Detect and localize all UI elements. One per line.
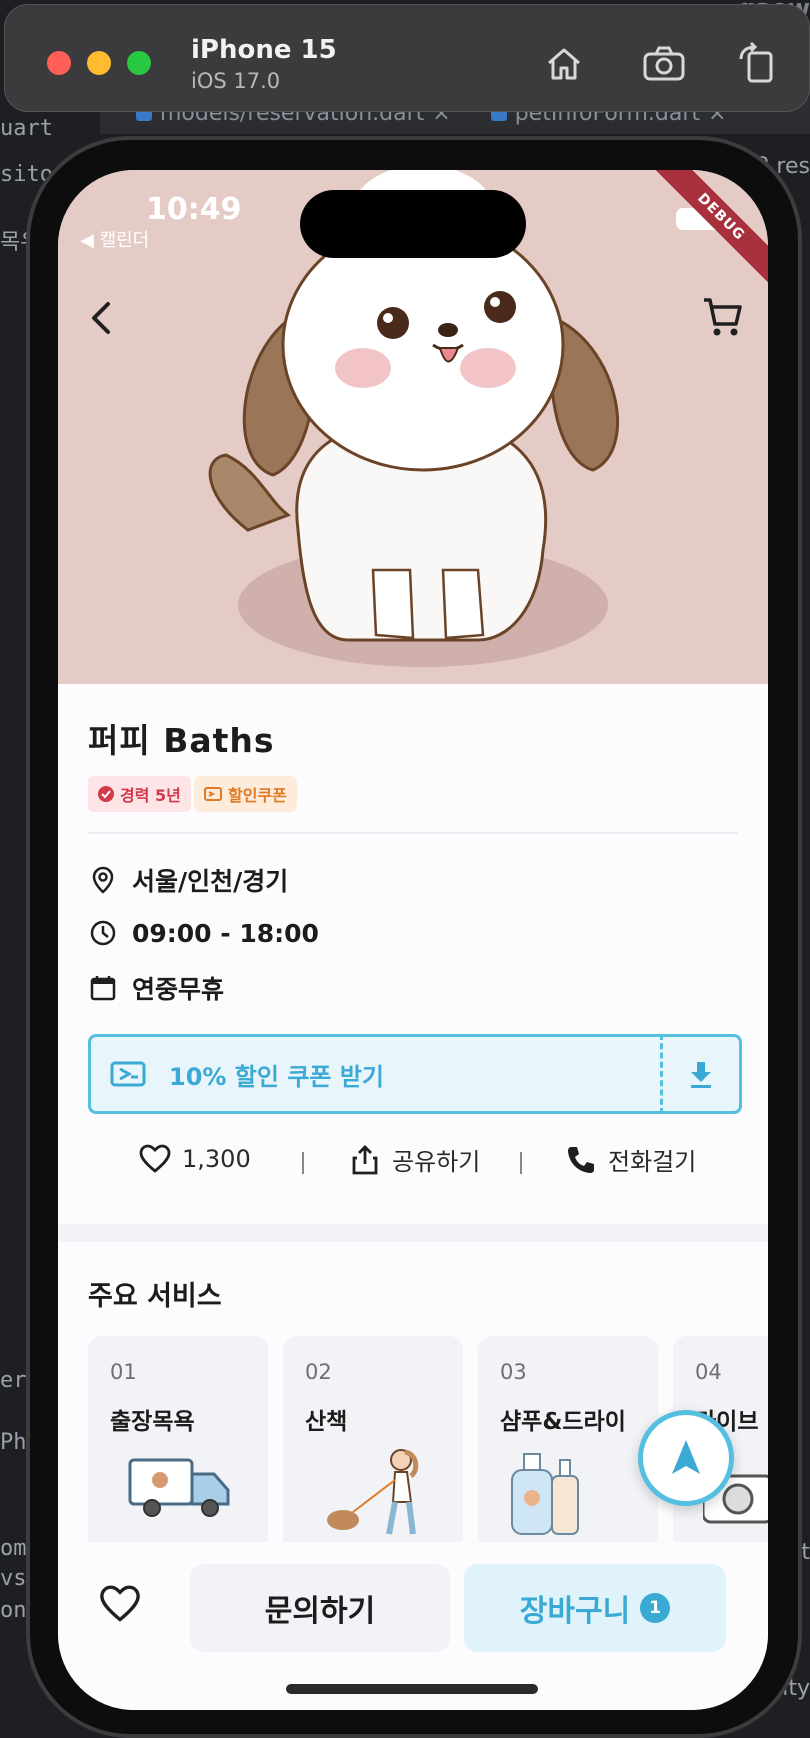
window-zoom-button[interactable] xyxy=(127,51,151,75)
phone-screen: 10:49 ◀ 캘린더 DEBUG 퍼피 Baths 경력 5년 할인쿠폰 서울… xyxy=(58,170,768,1710)
cart-button[interactable]: 장바구니 1 xyxy=(464,1564,726,1652)
coupon-download-button[interactable]: 10% 할인 쿠폰 받기 xyxy=(88,1034,660,1114)
cart-count-badge: 1 xyxy=(640,1593,671,1623)
home-indicator xyxy=(286,1684,538,1694)
window-close-button[interactable] xyxy=(47,51,71,75)
like-count: 1,300 xyxy=(182,1145,251,1173)
hero-image: 10:49 ◀ 캘린더 DEBUG xyxy=(58,170,768,684)
check-circle-icon xyxy=(98,786,114,802)
phone-icon xyxy=(568,1146,594,1173)
window-minimize-button[interactable] xyxy=(87,51,111,75)
device-name: iPhone 15 xyxy=(191,35,337,65)
divider xyxy=(88,832,738,834)
share-button[interactable]: 공유하기 xyxy=(348,1142,480,1177)
career-badge: 경력 5년 xyxy=(88,776,191,812)
dynamic-island xyxy=(300,190,526,258)
action-row: 1,300 공유하기 전화걸기 xyxy=(58,1142,768,1190)
simulator-toolbar: iPhone 15 iOS 17.0 xyxy=(4,4,810,112)
like-button[interactable]: 1,300 xyxy=(138,1142,251,1176)
status-time: 10:49 xyxy=(146,192,242,227)
separator xyxy=(302,1152,304,1174)
calendar-icon xyxy=(90,976,116,1001)
services-title: 주요 서비스 xyxy=(88,1281,222,1312)
ide-fragment: Ph xyxy=(0,1430,27,1455)
favorite-heart-icon[interactable] xyxy=(98,1582,142,1626)
share-icon xyxy=(352,1144,378,1174)
screenshot-icon[interactable] xyxy=(641,41,687,87)
clock-icon xyxy=(90,920,116,946)
coupon-ticket-icon xyxy=(110,1061,146,1087)
inquire-button[interactable]: 문의하기 xyxy=(190,1564,450,1652)
cart-button-label: 장바구니 xyxy=(519,1594,631,1629)
ide-fragment: uart xyxy=(0,116,53,141)
shop-title: 퍼피 Baths xyxy=(88,721,275,760)
back-arrow-icon[interactable] xyxy=(80,296,124,340)
download-icon[interactable] xyxy=(660,1034,742,1114)
truck-icon xyxy=(128,1458,230,1517)
location-row: 서울/인천/경기 xyxy=(88,862,288,898)
location-pin-icon xyxy=(92,866,114,894)
service-card[interactable]: 01 출장목욕 xyxy=(88,1336,268,1556)
os-version: iOS 17.0 xyxy=(191,69,281,93)
back-to-calendar-link[interactable]: ◀ 캘린더 xyxy=(80,226,149,252)
service-card[interactable]: 02 산책 xyxy=(283,1336,463,1556)
hours-row: 09:00 - 18:00 xyxy=(88,918,319,948)
dog-walking-icon xyxy=(327,1449,419,1535)
call-button[interactable]: 전화걸기 xyxy=(564,1142,696,1177)
coupon-badge: 할인쿠폰 xyxy=(194,776,297,812)
navigation-arrow-icon xyxy=(672,1440,700,1474)
cart-icon[interactable] xyxy=(700,294,746,340)
separator xyxy=(520,1152,522,1174)
section-gap xyxy=(58,1224,768,1242)
navigate-fab[interactable] xyxy=(638,1410,734,1506)
ticket-icon xyxy=(204,787,222,801)
heart-icon xyxy=(139,1144,171,1173)
coupon-label: 10% 할인 쿠폰 받기 xyxy=(169,1062,384,1091)
rotate-icon[interactable] xyxy=(735,41,781,87)
home-icon[interactable] xyxy=(541,41,587,87)
holiday-row: 연중무휴 xyxy=(88,970,224,1006)
service-card[interactable]: 03 샴푸&드라이 xyxy=(478,1336,658,1556)
shampoo-bottle-icon xyxy=(511,1453,579,1535)
